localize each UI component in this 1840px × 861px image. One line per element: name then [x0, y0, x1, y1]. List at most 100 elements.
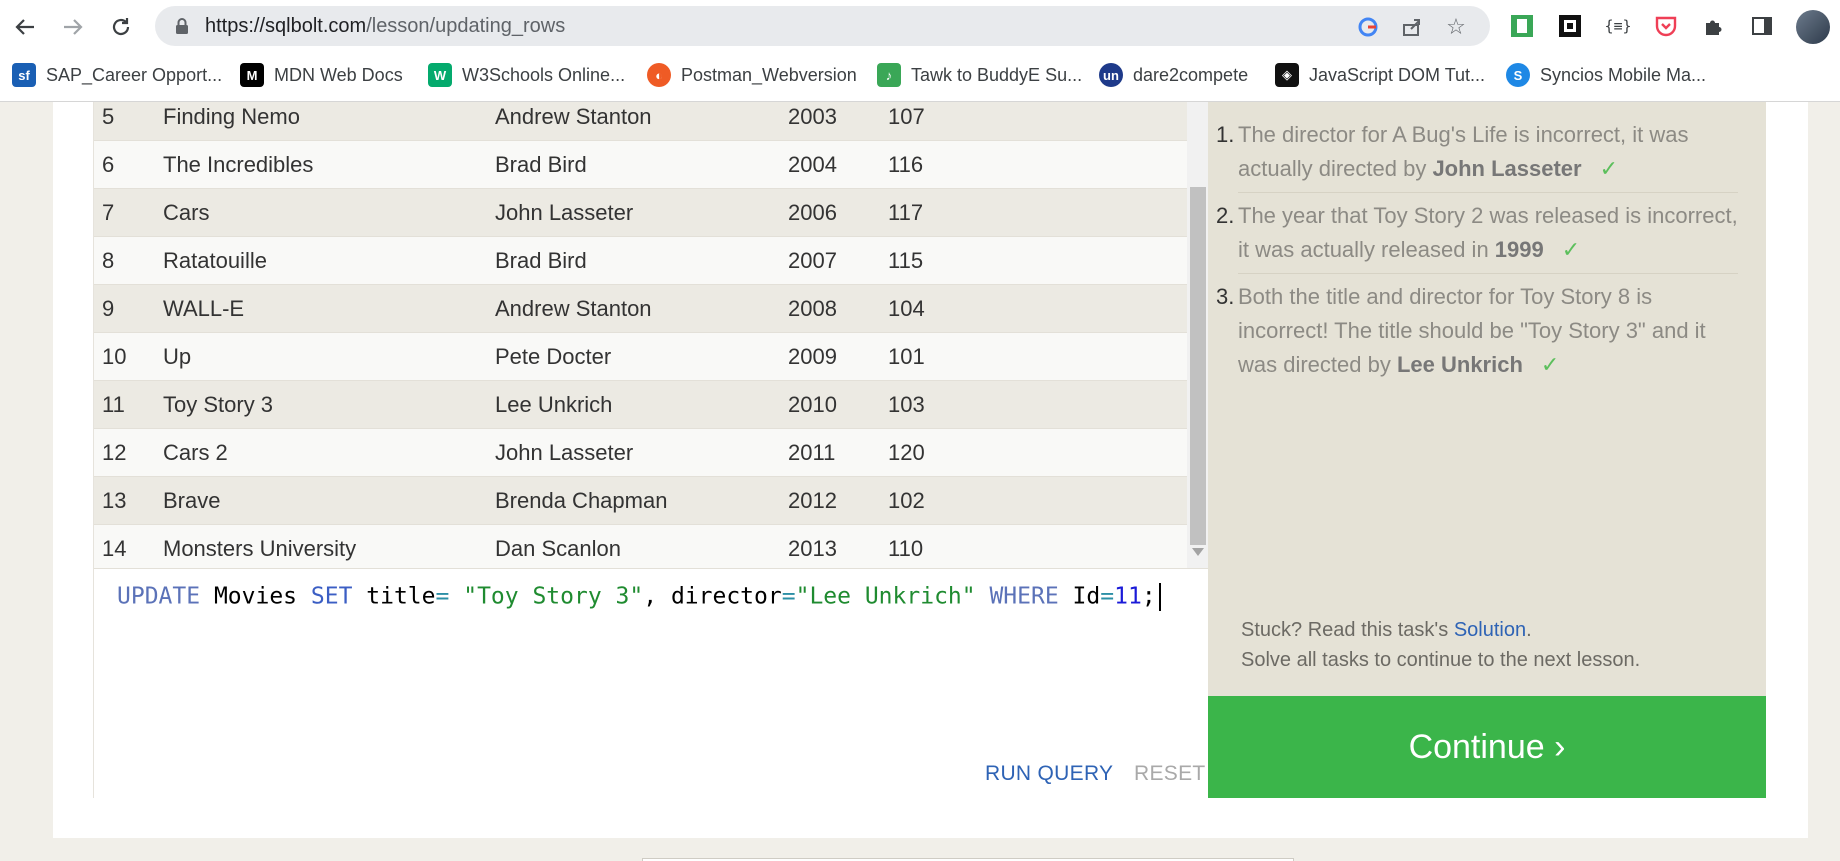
reload-icon[interactable] — [104, 10, 138, 44]
kw-set: SET — [310, 583, 353, 610]
reset-button[interactable]: RESET — [1134, 762, 1206, 786]
scrollbar-thumb[interactable] — [1190, 187, 1206, 545]
run-query-button[interactable]: RUN QUERY — [985, 762, 1113, 786]
bookmark-js-dom[interactable]: ◈ JavaScript DOM Tut... — [1275, 62, 1485, 88]
bookmark-label: W3Schools Online... — [462, 64, 626, 85]
kw-update: UPDATE — [117, 583, 201, 610]
cell-year: 2007 — [788, 248, 837, 273]
table-row: 12 Cars 2 John Lasseter 2011 120 — [94, 429, 1187, 477]
sql-code[interactable]: UPDATE Movies SET title= "Toy Story 3", … — [117, 583, 1161, 611]
json-extension-icon[interactable]: {≡} — [1604, 12, 1632, 40]
google-icon[interactable] — [1355, 14, 1381, 40]
sql-editor[interactable]: UPDATE Movies SET title= "Toy Story 3", … — [94, 568, 1209, 798]
bookmark-label: Postman_Webversion — [681, 64, 857, 85]
cell-year: 2004 — [788, 152, 837, 177]
cell-title: Cars — [163, 200, 210, 225]
task-bold: Lee Unkrich — [1396, 352, 1523, 377]
check-icon: ✓ — [1599, 156, 1619, 181]
extensions-puzzle-icon[interactable] — [1700, 12, 1728, 40]
cell-length: 116 — [888, 152, 924, 177]
cell-id: 11 — [102, 392, 125, 417]
cell-year: 2009 — [788, 344, 837, 369]
bookmark-label: SAP_Career Opport... — [46, 64, 223, 85]
cell-director: Andrew Stanton — [495, 104, 652, 129]
stuck-suffix: . — [1526, 619, 1532, 641]
cell-id: 8 — [102, 248, 115, 273]
pocket-icon[interactable] — [1652, 12, 1680, 40]
bookmark-label: dare2compete — [1133, 64, 1249, 85]
dare2compete-icon: un — [1099, 63, 1123, 87]
table-row: 8 Ratatouille Brad Bird 2007 115 — [94, 237, 1187, 285]
cell-length: 110 — [888, 536, 924, 561]
bookmark-mdn[interactable]: M MDN Web Docs — [240, 62, 403, 88]
side-panel-icon[interactable] — [1748, 12, 1776, 40]
divider — [1238, 273, 1738, 274]
code-text: Movies — [200, 583, 311, 610]
table-row: 10 Up Pete Docter 2009 101 — [94, 333, 1187, 381]
task-1: 1. The director for A Bug's Life is inco… — [1216, 118, 1738, 186]
postman-icon: ◐ — [647, 63, 671, 87]
table-row: 7 Cars John Lasseter 2006 117 — [94, 189, 1187, 237]
extension-square-icon[interactable] — [1556, 12, 1584, 40]
bookmark-label: JavaScript DOM Tut... — [1309, 64, 1486, 85]
table-row: 9 WALL-E Andrew Stanton 2008 104 — [94, 285, 1187, 333]
scroll-down-arrow-icon[interactable] — [1192, 548, 1204, 556]
cell-id: 5 — [102, 104, 115, 129]
cell-id: 7 — [102, 200, 115, 225]
extension-green-icon[interactable] — [1508, 12, 1536, 40]
cell-title: Finding Nemo — [163, 104, 300, 129]
task-number: 2. — [1216, 203, 1235, 228]
cell-id: 14 — [102, 536, 127, 561]
bookmark-tawk[interactable]: ♪ Tawk to BuddyE Su... — [877, 62, 1082, 88]
continue-button[interactable]: Continue › — [1208, 696, 1766, 798]
bookmark-postman[interactable]: ◐ Postman_Webversion — [647, 62, 857, 88]
check-icon: ✓ — [1561, 237, 1581, 262]
stuck-prefix: Stuck? Read this task's — [1241, 619, 1454, 641]
cell-id: 9 — [102, 296, 115, 321]
url-text: https://sqlbolt.com/lesson/updating_rows — [205, 15, 565, 38]
solution-link[interactable]: Solution — [1454, 619, 1526, 641]
cell-year: 2008 — [788, 296, 837, 321]
code-text: Id — [1058, 583, 1101, 610]
profile-avatar[interactable] — [1796, 10, 1830, 44]
task-bold: 1999 — [1494, 237, 1544, 262]
syncios-icon: S — [1506, 63, 1530, 87]
cell-length: 115 — [888, 248, 924, 273]
cell-director: John Lasseter — [495, 200, 634, 225]
bookmark-w3schools[interactable]: W W3Schools Online... — [428, 62, 625, 88]
forward-icon[interactable] — [56, 10, 90, 44]
cell-id: 12 — [102, 440, 127, 465]
cell-id: 13 — [102, 488, 127, 513]
bookmark-dare2compete[interactable]: un dare2compete — [1099, 62, 1248, 88]
bookmark-syncios[interactable]: S Syncios Mobile Ma... — [1506, 62, 1706, 88]
lock-icon[interactable] — [173, 17, 191, 35]
cell-director: John Lasseter — [495, 440, 634, 465]
cell-title: Monsters University — [163, 536, 357, 561]
table-row: 13 Brave Brenda Chapman 2012 102 — [94, 477, 1187, 525]
cell-director: Lee Unkrich — [495, 392, 613, 417]
cell-length: 107 — [888, 104, 925, 129]
code-text: ; — [1141, 583, 1156, 610]
exercise-area: 5 Finding Nemo Andrew Stanton 2003 107 6 The I… — [93, 102, 1209, 798]
table-row: 14 Monsters University Dan Scanlon 2013 110 — [94, 525, 1187, 568]
star-icon[interactable]: ☆ — [1443, 14, 1469, 40]
cell-title: Ratatouille — [163, 248, 267, 273]
check-icon: ✓ — [1540, 352, 1560, 377]
bookmark-sap[interactable]: sf SAP_Career Opport... — [12, 62, 222, 88]
back-icon[interactable] — [8, 10, 42, 44]
code-operator: = — [435, 583, 450, 610]
task-number: 3. — [1216, 284, 1235, 309]
address-bar[interactable]: https://sqlbolt.com/lesson/updating_rows… — [155, 6, 1490, 46]
page-content: 5 Finding Nemo Andrew Stanton 2003 107 6 The I… — [0, 102, 1840, 861]
cell-length: 120 — [888, 440, 925, 465]
share-icon[interactable] — [1399, 14, 1425, 40]
cell-length: 104 — [888, 296, 925, 321]
cell-director: Brad Bird — [495, 248, 587, 273]
cell-year: 2003 — [788, 104, 837, 129]
cell-director: Brenda Chapman — [495, 488, 668, 513]
cell-title: Brave — [163, 488, 221, 513]
bookmarks-bar: sf SAP_Career Opport... M MDN Web Docs W W3… — [0, 56, 1840, 92]
results-scrollbar[interactable] — [1187, 102, 1209, 568]
query-results-table: 5 Finding Nemo Andrew Stanton 2003 107 6 The I… — [94, 102, 1187, 568]
tawk-icon: ♪ — [877, 63, 901, 87]
